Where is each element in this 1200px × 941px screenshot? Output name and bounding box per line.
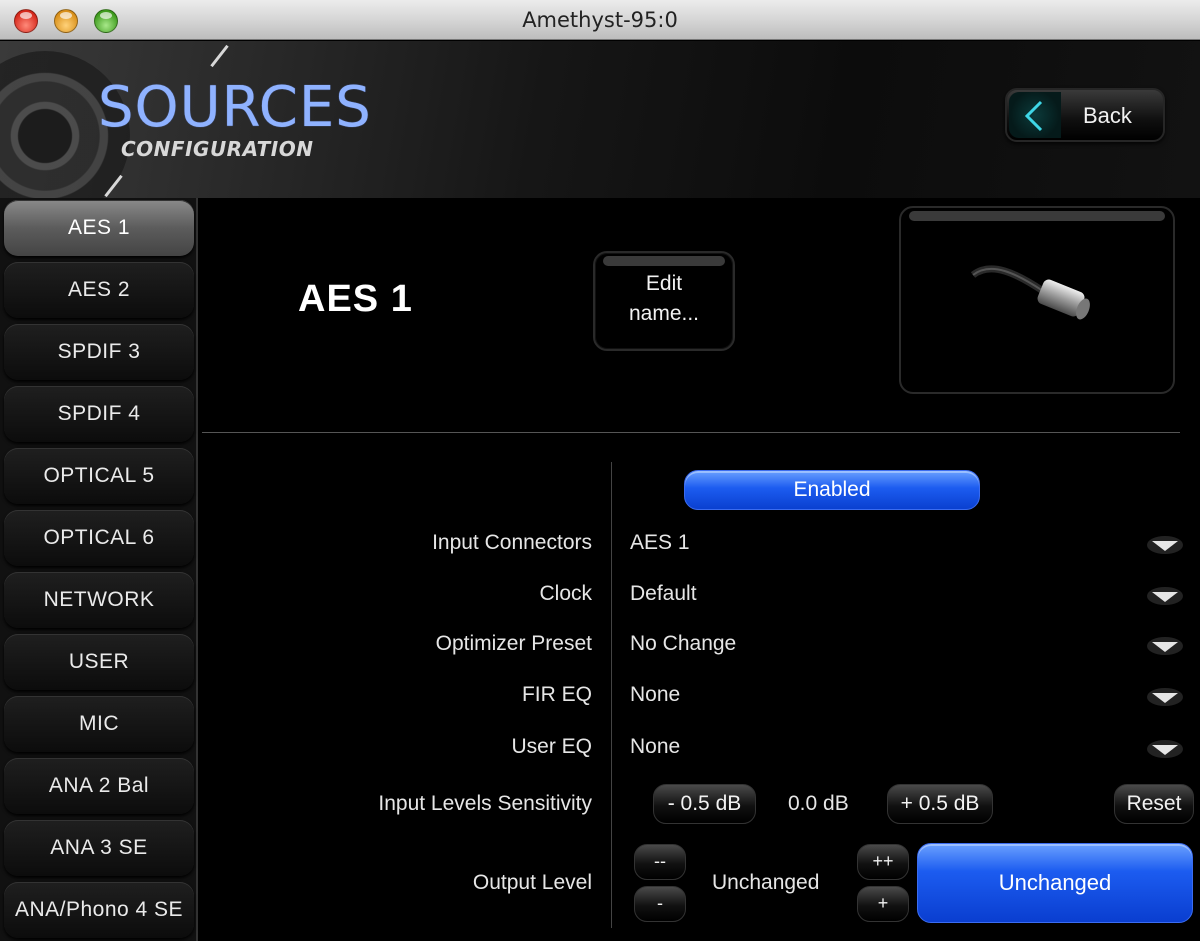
- sidebar-item-spdif-4[interactable]: SPDIF 4: [4, 386, 194, 442]
- sidebar-item-ana-2-bal[interactable]: ANA 2 Bal: [4, 758, 194, 814]
- enabled-toggle-button[interactable]: Enabled: [684, 470, 980, 510]
- output-level-increase-large-button[interactable]: ++: [857, 844, 909, 880]
- sources-sidebar: AES 1 AES 2 SPDIF 3 SPDIF 4 OPTICAL 5 OP…: [0, 198, 198, 941]
- sidebar-item-ana-phono-4-se[interactable]: ANA/Phono 4 SE: [4, 882, 194, 938]
- fir-eq-dropdown[interactable]: [612, 676, 1192, 716]
- input-level-reset-button[interactable]: Reset: [1114, 784, 1194, 824]
- section-divider: [202, 432, 1180, 433]
- clock-label: Clock: [539, 582, 592, 605]
- fir-eq-value: None: [630, 683, 681, 706]
- input-level-value: 0.0 dB: [788, 792, 849, 815]
- sidebar-item-optical-5[interactable]: OPTICAL 5: [4, 448, 194, 504]
- back-button[interactable]: Back: [1005, 88, 1165, 142]
- input-connectors-label: Input Connectors: [432, 531, 592, 554]
- sidebar-item-ana-3-se[interactable]: ANA 3 SE: [4, 820, 194, 876]
- fir-eq-label: FIR EQ: [521, 683, 592, 706]
- clock-dropdown[interactable]: [612, 575, 1192, 615]
- sidebar-item-user[interactable]: USER: [4, 634, 194, 690]
- chevron-left-icon: [1009, 92, 1061, 138]
- output-level-label: Output Level: [472, 871, 592, 894]
- optimizer-preset-label: Optimizer Preset: [435, 632, 592, 655]
- window-title: Amethyst-95:0: [522, 8, 678, 32]
- sidebar-item-optical-6[interactable]: OPTICAL 6: [4, 510, 194, 566]
- chevron-down-icon: [1147, 688, 1183, 706]
- sidebar-item-aes-2[interactable]: AES 2: [4, 262, 194, 318]
- page-subtitle: CONFIGURATION: [121, 137, 314, 161]
- input-level-decrease-button[interactable]: - 0.5 dB: [653, 784, 756, 824]
- user-eq-label: User EQ: [511, 735, 592, 758]
- sidebar-item-mic[interactable]: MIC: [4, 696, 194, 752]
- output-level-value: Unchanged: [712, 871, 820, 894]
- clock-value: Default: [630, 582, 697, 605]
- optimizer-preset-value: No Change: [630, 632, 737, 655]
- chevron-down-icon: [1147, 740, 1183, 758]
- sidebar-item-aes-1[interactable]: AES 1: [4, 200, 194, 256]
- input-levels-label: Input Levels Sensitivity: [378, 792, 592, 815]
- input-connectors-value: AES 1: [630, 531, 690, 554]
- output-level-increase-button[interactable]: +: [857, 886, 909, 922]
- output-level-decrease-button[interactable]: -: [634, 886, 686, 922]
- window-titlebar: Amethyst-95:0: [0, 0, 1200, 40]
- edit-name-label-line2: name...: [628, 302, 700, 325]
- back-button-label: Back: [1083, 103, 1132, 128]
- chevron-down-icon: [1147, 637, 1183, 655]
- input-level-increase-button[interactable]: + 0.5 dB: [887, 784, 993, 824]
- sidebar-item-network[interactable]: NETWORK: [4, 572, 194, 628]
- chevron-down-icon: [1147, 587, 1183, 605]
- xlr-cable-icon: [971, 265, 1090, 320]
- input-connectors-dropdown[interactable]: [612, 524, 1192, 564]
- source-image: [899, 206, 1175, 394]
- edit-name-button[interactable]: Edit name...: [593, 251, 735, 351]
- chevron-down-icon: [1147, 536, 1183, 554]
- user-eq-value: None: [630, 735, 681, 758]
- source-name: AES 1: [298, 278, 413, 320]
- output-level-decrease-large-button[interactable]: --: [634, 844, 686, 880]
- page-header: SOURCES CONFIGURATION Back: [0, 41, 1200, 198]
- edit-name-label-line1: Edit: [645, 272, 683, 295]
- page-title: SOURCES: [98, 75, 372, 140]
- sidebar-item-spdif-3[interactable]: SPDIF 3: [4, 324, 194, 380]
- output-level-mode-button[interactable]: Unchanged: [917, 843, 1193, 923]
- slash-decoration-icon: [210, 44, 229, 68]
- user-eq-dropdown[interactable]: [612, 728, 1192, 768]
